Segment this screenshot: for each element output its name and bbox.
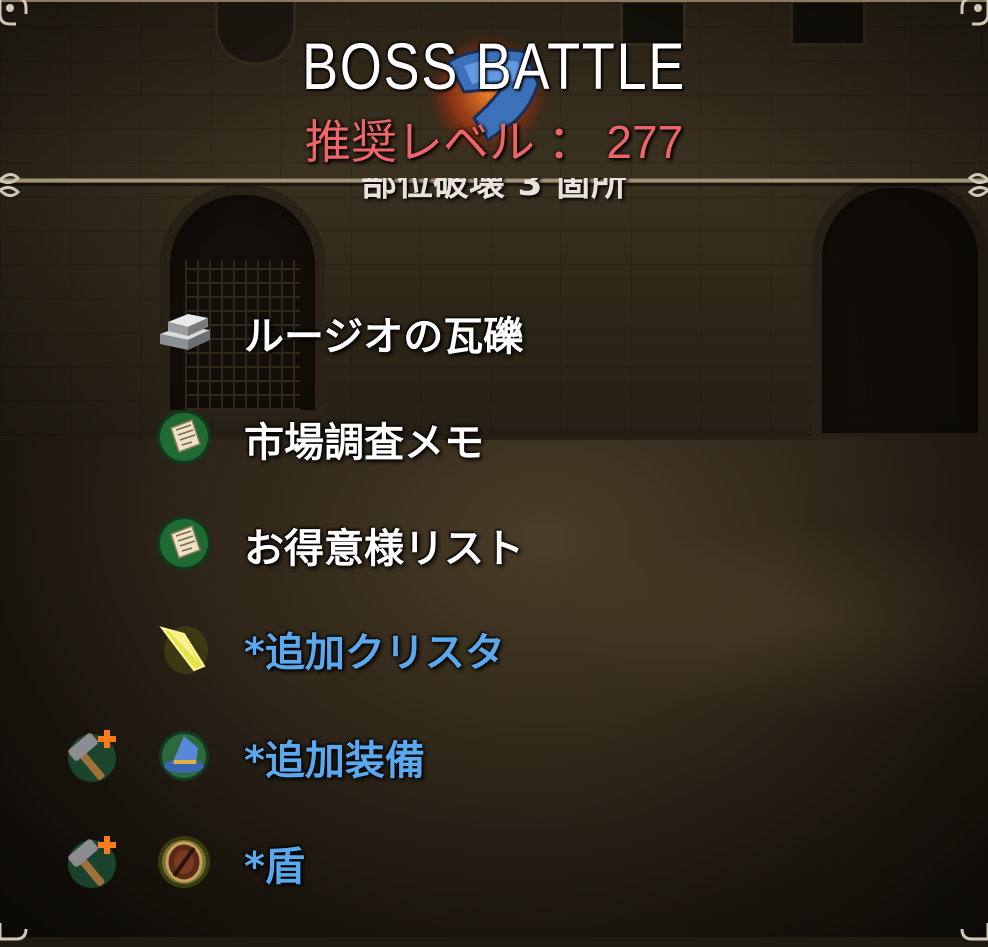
list-item[interactable]: *追加クリスタ <box>0 608 988 688</box>
list-item[interactable]: 市場調査メモ <box>0 398 988 478</box>
reward-label: *追加装備 <box>244 738 425 784</box>
shield-icon <box>154 830 214 890</box>
list-item[interactable]: *盾 <box>0 822 988 902</box>
reward-list: ルージオの瓦礫 市場調査メモ お得意様リスト *追加クリスタ *追加装備 *盾 <box>0 0 988 937</box>
scroll-icon <box>154 406 214 466</box>
hammer-plus-icon <box>64 832 124 892</box>
hammer-plus-icon <box>64 726 124 786</box>
metal-ingot-icon <box>154 300 214 360</box>
reward-label: ルージオの瓦礫 <box>244 314 524 360</box>
list-item[interactable]: お得意様リスト <box>0 504 988 584</box>
reward-label: 市場調査メモ <box>244 420 484 466</box>
crystal-icon <box>154 616 214 676</box>
scroll-icon <box>154 512 214 572</box>
list-item[interactable]: ルージオの瓦礫 <box>0 292 988 372</box>
list-item[interactable]: *追加装備 <box>0 716 988 796</box>
reward-label: お得意様リスト <box>244 526 524 572</box>
wizard-hat-icon <box>154 724 214 784</box>
reward-label: *盾 <box>244 844 305 890</box>
reward-label: *追加クリスタ <box>244 630 505 676</box>
